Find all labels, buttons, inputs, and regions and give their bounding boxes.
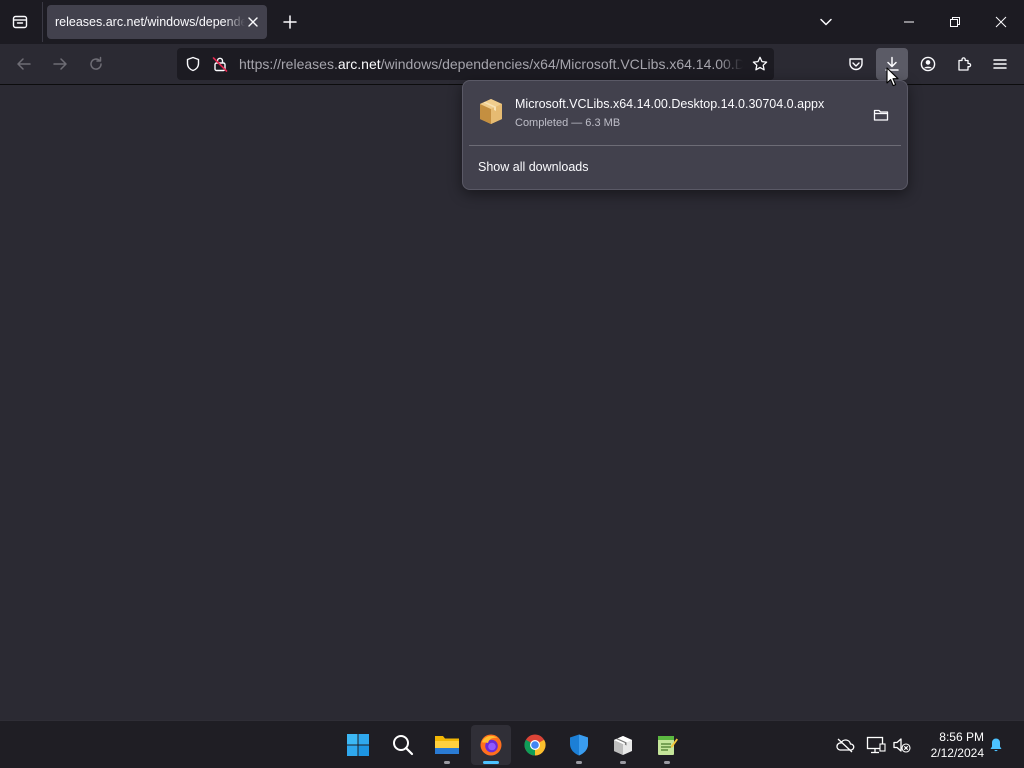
- running-indicator: [576, 761, 582, 764]
- firefox-view-icon: [12, 15, 28, 29]
- panel-divider: [469, 145, 901, 146]
- firefox-icon: [480, 734, 502, 756]
- taskbar-package-installer[interactable]: [603, 725, 643, 765]
- firefox-view-button[interactable]: [4, 6, 36, 38]
- plus-icon: [283, 15, 297, 29]
- back-button[interactable]: [8, 48, 40, 80]
- insecure-lock-icon: [212, 57, 228, 72]
- shield-icon: [186, 56, 200, 72]
- arrow-left-icon: [17, 58, 31, 70]
- package-box-icon: [614, 736, 632, 755]
- taskbar-search-button[interactable]: [383, 725, 423, 765]
- tracking-protection-button[interactable]: [184, 55, 202, 73]
- onedrive-offline-button[interactable]: [835, 735, 855, 755]
- url-host: arc.net: [337, 56, 381, 72]
- running-indicator: [664, 761, 670, 764]
- downloads-panel: Microsoft.VCLibs.x64.14.00.Desktop.14.0.…: [462, 80, 908, 190]
- hamburger-menu-icon: [993, 59, 1007, 69]
- close-window-button[interactable]: [978, 0, 1024, 44]
- url-path: /windows/dependencies/x64/Microsoft.VCLi…: [380, 56, 743, 72]
- reload-button[interactable]: [80, 48, 112, 80]
- package-file-icon: [480, 99, 502, 124]
- running-indicator: [444, 761, 450, 764]
- url-text: https://releases.arc.net/windows/depende…: [239, 48, 743, 80]
- extensions-button[interactable]: [948, 48, 980, 80]
- minimize-button[interactable]: [886, 0, 932, 44]
- system-clock[interactable]: 8:56 PM 2/12/2024: [920, 729, 984, 761]
- close-icon: [995, 16, 1007, 28]
- url-prefix: https://releases.: [239, 56, 338, 72]
- navigation-toolbar: https://releases.arc.net/windows/depende…: [0, 44, 1024, 85]
- running-indicator: [483, 761, 499, 764]
- search-icon: [393, 735, 414, 756]
- account-button[interactable]: [912, 48, 944, 80]
- mouse-cursor-icon: [886, 67, 899, 87]
- taskbar-notepad[interactable]: [647, 725, 687, 765]
- download-file-name: Microsoft.VCLibs.x64.14.00.Desktop.14.0.…: [515, 97, 825, 111]
- restore-icon: [950, 17, 960, 27]
- address-bar[interactable]: https://releases.arc.net/windows/depende…: [177, 48, 774, 80]
- windows-logo-icon: [347, 734, 369, 756]
- taskbar: 8:56 PM 2/12/2024: [0, 720, 1024, 768]
- start-button[interactable]: [338, 725, 378, 765]
- forward-button[interactable]: [44, 48, 76, 80]
- file-explorer-icon: [435, 736, 459, 754]
- running-indicator: [620, 761, 626, 764]
- onedrive-offline-icon: [836, 738, 855, 753]
- pocket-button[interactable]: [840, 48, 872, 80]
- minimize-icon: [904, 21, 914, 23]
- windows-security-shield-icon: [570, 734, 588, 756]
- bookmark-star-button[interactable]: [748, 52, 772, 76]
- clock-time: 8:56 PM: [939, 730, 984, 744]
- tab-title: releases.arc.net/windows/dependencies/x6…: [55, 15, 245, 29]
- show-in-folder-button[interactable]: [869, 103, 893, 127]
- tab-close-button[interactable]: [245, 14, 261, 30]
- account-icon: [920, 56, 936, 72]
- notifications-button[interactable]: [986, 735, 1006, 755]
- taskbar-chrome[interactable]: [515, 725, 555, 765]
- restore-button[interactable]: [932, 0, 978, 44]
- taskbar-firefox[interactable]: [471, 725, 511, 765]
- taskbar-file-explorer[interactable]: [427, 725, 467, 765]
- notepad-icon: [658, 736, 678, 755]
- chrome-icon: [524, 734, 546, 756]
- network-monitor-icon: [866, 736, 886, 754]
- taskbar-windows-security[interactable]: [559, 725, 599, 765]
- bell-icon: [990, 738, 1002, 752]
- tab-bar: releases.arc.net/windows/dependencies/x6…: [0, 0, 1024, 44]
- arrow-right-icon: [53, 58, 67, 70]
- show-all-downloads-button[interactable]: Show all downloads: [478, 160, 589, 174]
- reload-icon: [90, 56, 102, 70]
- volume-button[interactable]: [892, 735, 912, 755]
- close-icon: [248, 17, 258, 27]
- download-status: Completed — 6.3 MB: [515, 117, 621, 129]
- tabbar-divider: [42, 2, 43, 42]
- pocket-icon: [849, 58, 863, 71]
- site-info-button[interactable]: [211, 55, 229, 73]
- list-all-tabs-button[interactable]: [812, 8, 840, 36]
- folder-icon: [873, 109, 889, 121]
- star-icon: [752, 56, 768, 71]
- download-item[interactable]: Microsoft.VCLibs.x64.14.00.Desktop.14.0.…: [471, 89, 899, 141]
- chevron-down-icon: [820, 18, 832, 26]
- clock-date: 2/12/2024: [930, 746, 984, 760]
- network-status-button[interactable]: [866, 735, 886, 755]
- tab-active[interactable]: releases.arc.net/windows/dependencies/x6…: [47, 5, 267, 39]
- puzzle-icon: [958, 57, 972, 71]
- speaker-muted-icon: [893, 738, 911, 753]
- new-tab-button[interactable]: [276, 8, 304, 36]
- app-menu-button[interactable]: [984, 48, 1016, 80]
